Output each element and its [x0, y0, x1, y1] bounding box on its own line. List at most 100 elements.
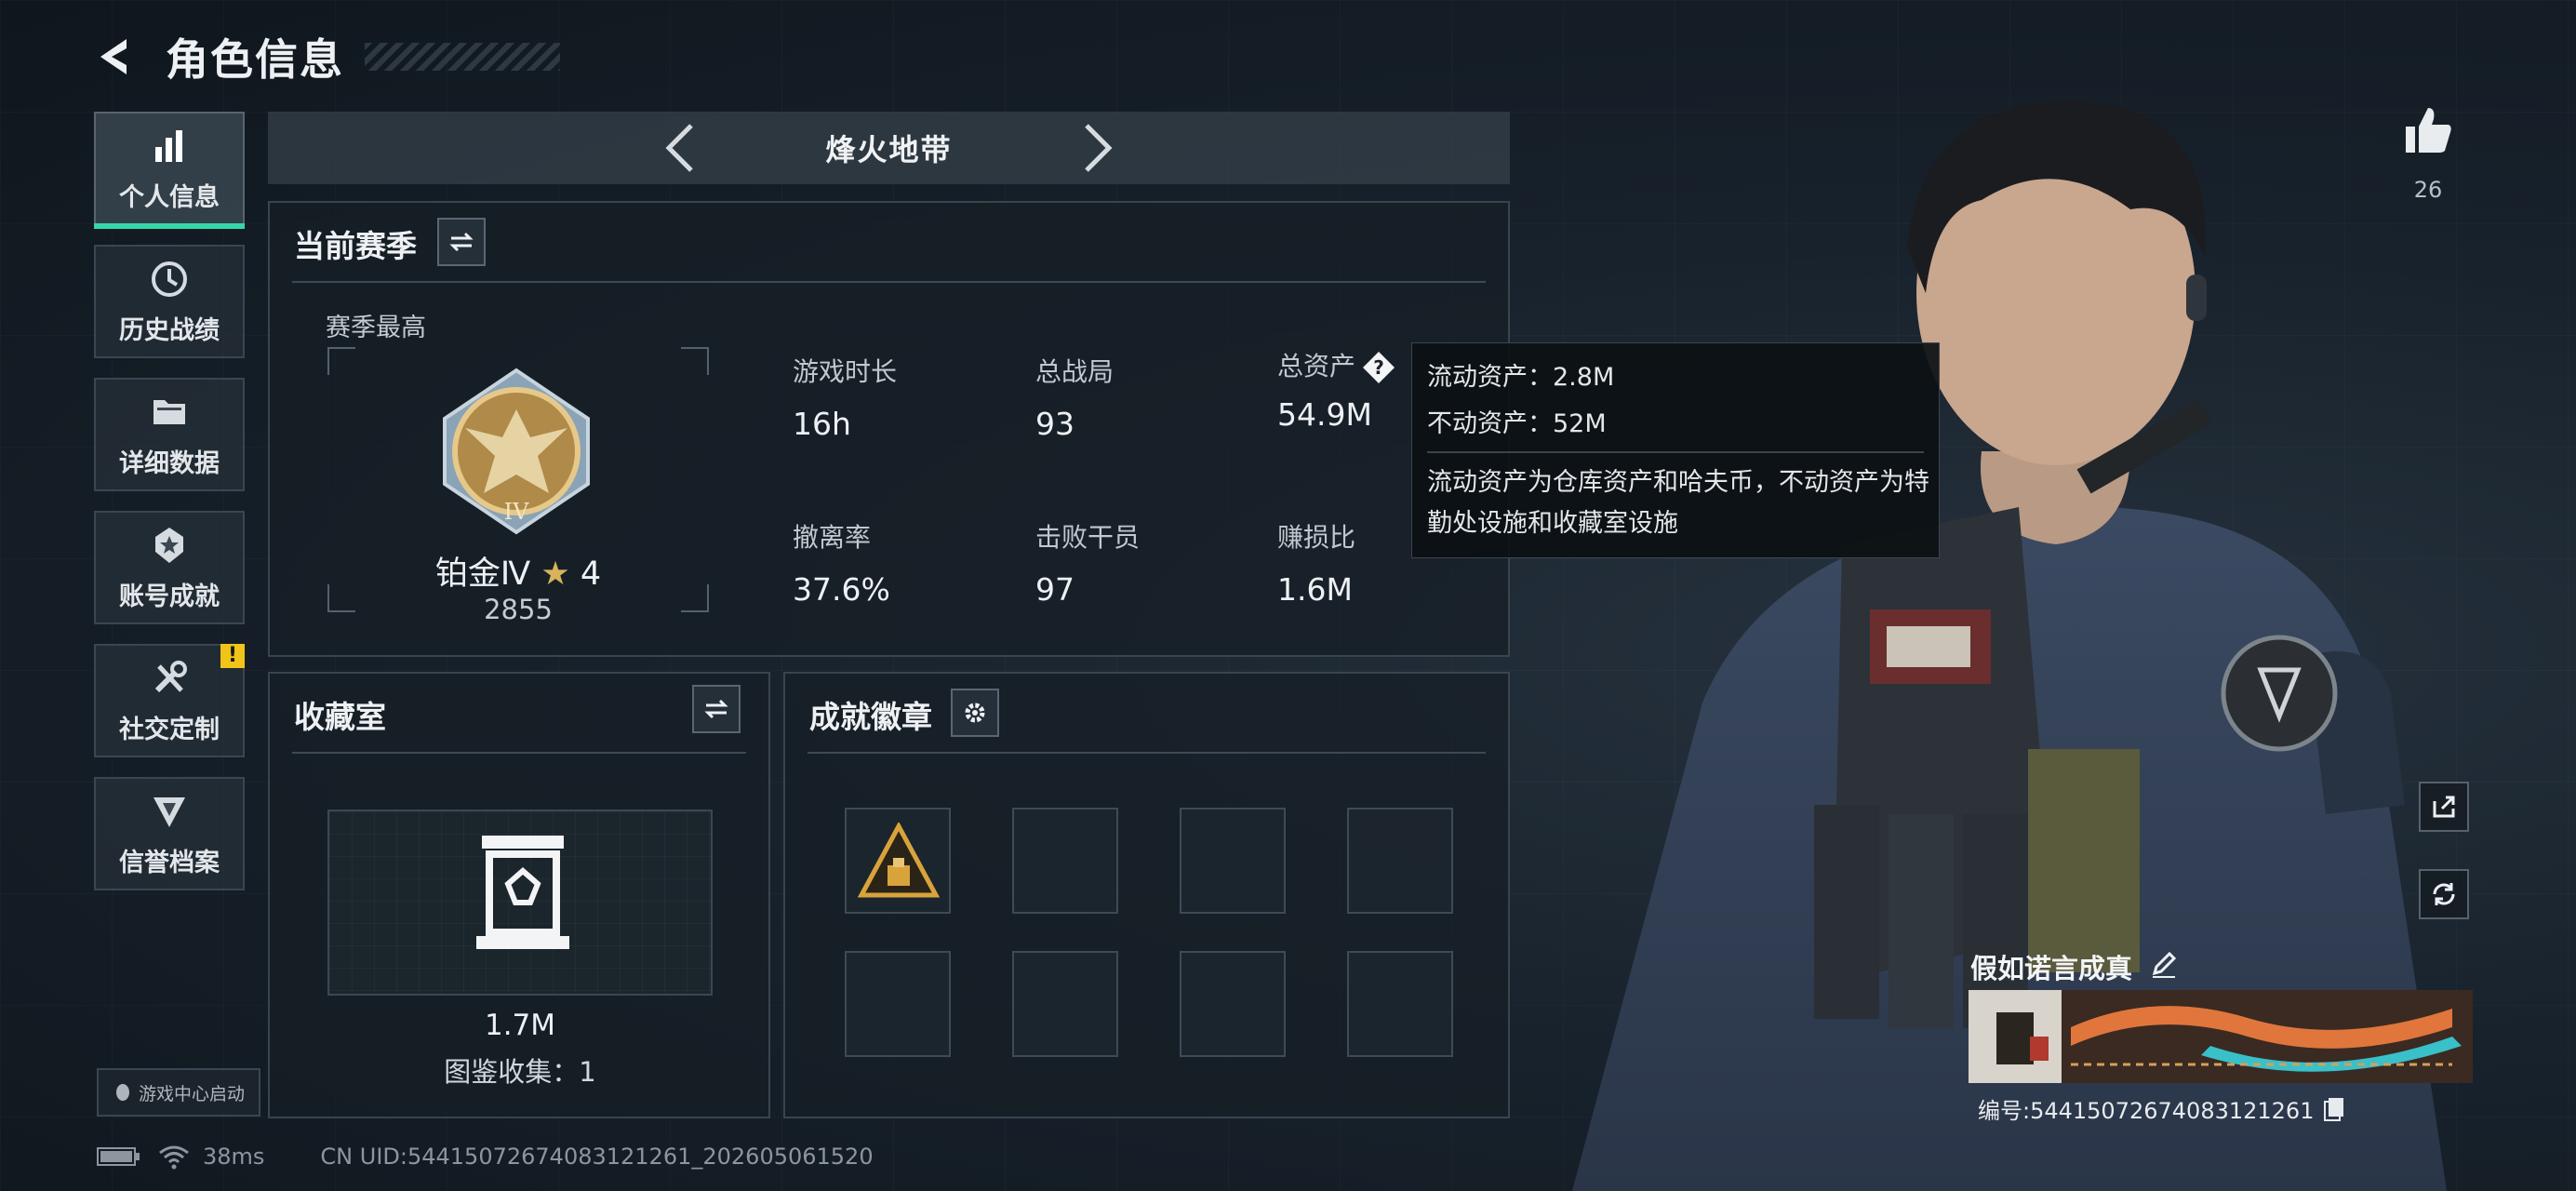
stat-extraction-rate: 撤离率 37.6%	[793, 517, 890, 608]
folder-icon	[153, 399, 185, 424]
collection-card[interactable]	[327, 810, 713, 996]
badge-slot[interactable]	[1347, 808, 1453, 914]
stat-value: 16h	[793, 406, 851, 442]
edit-pencil-icon[interactable]	[2149, 949, 2179, 979]
copy-icon[interactable]	[2321, 1096, 2347, 1122]
tooltip-description: 流动资产为仓库资产和哈夫币，不动资产为特勤处设施和收藏室设施	[1427, 468, 1929, 538]
badge-slot[interactable]	[1180, 808, 1286, 914]
help-diamond-icon[interactable]: ?	[1361, 350, 1396, 385]
pyramid-badge-icon	[858, 823, 940, 898]
alert-badge: !	[220, 644, 245, 668]
collection-panel-title: 收藏室	[294, 699, 386, 735]
sidebar-item-detailed-data[interactable]: 详细数据	[94, 378, 245, 491]
tooltip-divider	[1427, 451, 1924, 453]
rank-tier: 铂金Ⅳ	[434, 555, 531, 593]
svg-text:IV: IV	[504, 499, 529, 525]
collection-switch-button[interactable]	[692, 685, 741, 733]
rank-name: 铂金Ⅳ ★ 4	[326, 547, 711, 595]
collection-room-panel: 收藏室 1.7M 图鉴收集：1	[268, 672, 770, 1118]
rank-score: 2855	[484, 594, 553, 625]
divider	[292, 281, 1486, 283]
achievement-panel-title: 成就徽章	[809, 699, 932, 735]
season-panel-title: 当前赛季	[294, 228, 417, 264]
stat-label: 赚损比	[1277, 522, 1356, 553]
status-bar: 38ms CN UID:54415072674083121261_2026050…	[97, 1143, 874, 1171]
page-title: 角色信息	[166, 34, 344, 85]
divider	[808, 752, 1486, 754]
badge-slot[interactable]	[1347, 951, 1453, 1057]
stat-total-assets: 总资产 ? 54.9M	[1277, 346, 1396, 433]
sidebar-item-label: 社交定制	[119, 715, 220, 744]
sidebar-item-label: 详细数据	[119, 448, 220, 478]
thumbs-up-icon[interactable]	[2400, 102, 2456, 158]
game-center-label: 游戏中心启动	[138, 1083, 245, 1104]
header: 角色信息	[93, 24, 560, 89]
stat-label: 游戏时长	[793, 356, 898, 387]
badge-slot[interactable]	[845, 808, 951, 914]
share-button[interactable]	[2419, 782, 2469, 832]
badge-slot[interactable]	[1012, 951, 1118, 1057]
stat-value: 37.6%	[793, 571, 890, 608]
player-id: 编号:54415072674083121261	[1978, 1098, 2315, 1124]
stat-profit-loss-ratio: 赚损比 1.6M	[1277, 517, 1355, 608]
rank-badge-icon: IV	[443, 368, 590, 535]
chevron-right-icon[interactable]	[1074, 120, 1120, 176]
achievement-badges-panel: 成就徽章	[783, 672, 1510, 1118]
stat-value: 97	[1035, 571, 1074, 608]
like-count: 26	[2413, 177, 2443, 203]
sidebar-item-label: 个人信息	[119, 182, 220, 212]
chevron-left-icon[interactable]	[658, 120, 704, 176]
sidebar: 个人信息 历史战绩 详细数据 账号成就 社交定制 ! 信誉档案	[94, 112, 248, 910]
stat-value: 93	[1035, 406, 1074, 442]
stat-value: 1.6M	[1277, 571, 1353, 608]
player-name: 假如诺言成真	[1970, 953, 2133, 984]
shield-emblem-icon	[153, 796, 185, 827]
achievement-medal-icon	[155, 527, 183, 563]
badge-slot[interactable]	[1012, 808, 1118, 914]
rotate-button[interactable]	[2419, 869, 2469, 919]
total-assets-tooltip: 流动资产：2.8M 不动资产：52M 流动资产为仓库资产和哈夫币，不动资产为特勤…	[1411, 342, 1940, 558]
stat-play-time: 游戏时长 16h	[793, 352, 897, 442]
season-switch-button[interactable]	[437, 218, 486, 266]
battery-icon	[97, 1147, 140, 1166]
game-center-launch-button[interactable]: 游戏中心启动	[97, 1068, 260, 1117]
back-arrow-icon[interactable]	[93, 33, 140, 80]
sidebar-item-label: 历史战绩	[119, 315, 220, 345]
share-icon	[2433, 796, 2455, 818]
badge-slot[interactable]	[845, 951, 951, 1057]
ping-value: 38ms	[203, 1144, 265, 1170]
rank-stars: 4	[580, 555, 602, 593]
display-case-icon	[476, 836, 569, 949]
stat-total-matches: 总战局 93	[1035, 352, 1114, 442]
refresh-icon	[2433, 883, 2455, 905]
wifi-icon	[159, 1145, 189, 1170]
sidebar-item-reputation-record[interactable]: 信誉档案	[94, 777, 245, 890]
nameplate-banner[interactable]	[1969, 990, 2473, 1083]
tools-icon	[154, 660, 187, 692]
stat-label: 击败干员	[1035, 522, 1141, 553]
history-clock-icon	[152, 261, 187, 297]
sidebar-item-match-history[interactable]: 历史战绩	[94, 245, 245, 358]
sidebar-item-account-achievements[interactable]: 账号成就	[94, 511, 245, 624]
bar-chart-icon	[155, 129, 182, 162]
tooltip-fixed-assets: 不动资产：52M	[1427, 409, 1607, 438]
stat-operators-defeated: 击败干员 97	[1035, 517, 1140, 608]
title-decoration	[365, 43, 560, 71]
gear-icon	[965, 703, 985, 723]
mode-selector: 烽火地带	[268, 112, 1510, 184]
swap-arrows-icon	[704, 699, 728, 719]
achievement-settings-button[interactable]	[951, 689, 999, 737]
badge-slot[interactable]	[1180, 951, 1286, 1057]
sidebar-item-social-customization[interactable]: 社交定制 !	[94, 644, 245, 757]
player-id-row: 编号:54415072674083121261	[1978, 1092, 2347, 1125]
collection-count: 图鉴收集：1	[444, 1056, 596, 1088]
tooltip-liquid-assets: 流动资产：2.8M	[1427, 363, 1615, 392]
season-best-label: 赛季最高	[326, 314, 426, 342]
sidebar-item-label: 信誉档案	[119, 848, 220, 877]
sidebar-item-personal-info[interactable]: 个人信息	[94, 112, 245, 229]
divider	[292, 752, 746, 754]
stat-label: 撤离率	[793, 522, 872, 553]
qq-penguin-icon	[115, 1084, 129, 1101]
stat-value: 54.9M	[1277, 396, 1372, 433]
collection-value: 1.7M	[484, 1009, 556, 1042]
